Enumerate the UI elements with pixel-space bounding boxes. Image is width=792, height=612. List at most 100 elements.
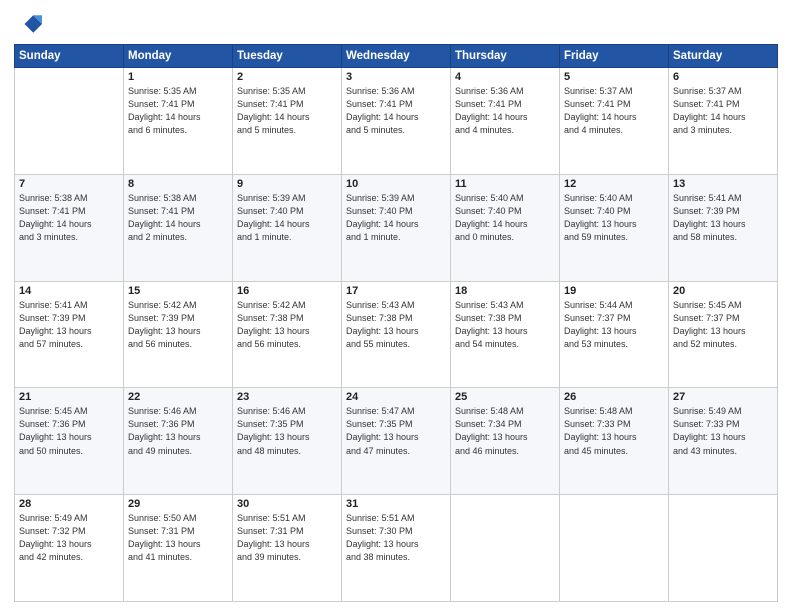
day-info: Sunrise: 5:47 AMSunset: 7:35 PMDaylight:… bbox=[346, 405, 446, 457]
day-cell: 16Sunrise: 5:42 AMSunset: 7:38 PMDayligh… bbox=[233, 281, 342, 388]
day-info: Sunrise: 5:38 AMSunset: 7:41 PMDaylight:… bbox=[19, 192, 119, 244]
day-number: 17 bbox=[346, 285, 446, 297]
day-cell: 22 Sunrise: 5:46 AMSunset: 7:36 PMDayligh… bbox=[124, 388, 233, 495]
day-cell: 19 Sunrise: 5:44 AMSunset: 7:37 PMDayligh… bbox=[560, 281, 669, 388]
day-number: 8 bbox=[128, 178, 228, 190]
day-cell: 11 Sunrise: 5:40 AMSunset: 7:40 PMDayligh… bbox=[451, 174, 560, 281]
day-cell: 12 Sunrise: 5:40 AMSunset: 7:40 PMDayligh… bbox=[560, 174, 669, 281]
day-cell: 10 Sunrise: 5:39 AMSunset: 7:40 PMDayligh… bbox=[342, 174, 451, 281]
day-info: Sunrise: 5:35 AMSunset: 7:41 PMDaylight:… bbox=[237, 85, 337, 137]
weekday-header-tuesday: Tuesday bbox=[233, 45, 342, 68]
day-info: Sunrise: 5:44 AMSunset: 7:37 PMDaylight:… bbox=[564, 299, 664, 351]
day-info: Sunrise: 5:39 AMSunset: 7:40 PMDaylight:… bbox=[346, 192, 446, 244]
day-info: Sunrise: 5:40 AMSunset: 7:40 PMDaylight:… bbox=[564, 192, 664, 244]
day-number: 2 bbox=[237, 71, 337, 83]
weekday-header-saturday: Saturday bbox=[669, 45, 778, 68]
day-cell: 3 Sunrise: 5:36 AMSunset: 7:41 PMDaylight… bbox=[342, 68, 451, 175]
day-number: 26 bbox=[564, 391, 664, 403]
day-info: Sunrise: 5:36 AMSunset: 7:41 PMDaylight:… bbox=[346, 85, 446, 137]
day-cell bbox=[669, 495, 778, 602]
day-info: Sunrise: 5:51 AMSunset: 7:31 PMDaylight:… bbox=[237, 512, 337, 564]
day-number: 28 bbox=[19, 498, 119, 510]
day-info: Sunrise: 5:48 AMSunset: 7:34 PMDaylight:… bbox=[455, 405, 555, 457]
day-number: 5 bbox=[564, 71, 664, 83]
day-cell: 28 Sunrise: 5:49 AMSunset: 7:32 PMDayligh… bbox=[15, 495, 124, 602]
day-number: 23 bbox=[237, 391, 337, 403]
day-info: Sunrise: 5:46 AMSunset: 7:36 PMDaylight:… bbox=[128, 405, 228, 457]
day-info: Sunrise: 5:46 AMSunset: 7:35 PMDaylight:… bbox=[237, 405, 337, 457]
day-number: 21 bbox=[19, 391, 119, 403]
logo-icon bbox=[14, 10, 42, 38]
week-row-2: 7 Sunrise: 5:38 AMSunset: 7:41 PMDaylight… bbox=[15, 174, 778, 281]
day-number: 25 bbox=[455, 391, 555, 403]
day-cell: 1 Sunrise: 5:35 AMSunset: 7:41 PMDaylight… bbox=[124, 68, 233, 175]
day-cell: 23 Sunrise: 5:46 AMSunset: 7:35 PMDayligh… bbox=[233, 388, 342, 495]
day-cell: 20Sunrise: 5:45 AMSunset: 7:37 PMDayligh… bbox=[669, 281, 778, 388]
day-info: Sunrise: 5:49 AMSunset: 7:32 PMDaylight:… bbox=[19, 512, 119, 564]
day-number: 22 bbox=[128, 391, 228, 403]
day-cell: 7 Sunrise: 5:38 AMSunset: 7:41 PMDaylight… bbox=[15, 174, 124, 281]
weekday-header-sunday: Sunday bbox=[15, 45, 124, 68]
week-row-1: 1 Sunrise: 5:35 AMSunset: 7:41 PMDaylight… bbox=[15, 68, 778, 175]
day-number: 29 bbox=[128, 498, 228, 510]
day-info: Sunrise: 5:35 AMSunset: 7:41 PMDaylight:… bbox=[128, 85, 228, 137]
day-info: Sunrise: 5:36 AMSunset: 7:41 PMDaylight:… bbox=[455, 85, 555, 137]
day-info: Sunrise: 5:42 AMSunset: 7:39 PMDaylight:… bbox=[128, 299, 228, 351]
day-cell: 30Sunrise: 5:51 AMSunset: 7:31 PMDayligh… bbox=[233, 495, 342, 602]
day-cell bbox=[451, 495, 560, 602]
weekday-header-monday: Monday bbox=[124, 45, 233, 68]
weekday-header-row: SundayMondayTuesdayWednesdayThursdayFrid… bbox=[15, 45, 778, 68]
day-info: Sunrise: 5:41 AMSunset: 7:39 PMDaylight:… bbox=[673, 192, 773, 244]
day-cell: 8Sunrise: 5:38 AMSunset: 7:41 PMDaylight… bbox=[124, 174, 233, 281]
day-info: Sunrise: 5:39 AMSunset: 7:40 PMDaylight:… bbox=[237, 192, 337, 244]
day-cell: 6Sunrise: 5:37 AMSunset: 7:41 PMDaylight… bbox=[669, 68, 778, 175]
day-number: 4 bbox=[455, 71, 555, 83]
day-cell: 26Sunrise: 5:48 AMSunset: 7:33 PMDayligh… bbox=[560, 388, 669, 495]
day-info: Sunrise: 5:51 AMSunset: 7:30 PMDaylight:… bbox=[346, 512, 446, 564]
day-info: Sunrise: 5:49 AMSunset: 7:33 PMDaylight:… bbox=[673, 405, 773, 457]
logo bbox=[14, 10, 46, 38]
day-cell: 24 Sunrise: 5:47 AMSunset: 7:35 PMDayligh… bbox=[342, 388, 451, 495]
day-cell bbox=[560, 495, 669, 602]
day-cell: 31 Sunrise: 5:51 AMSunset: 7:30 PMDayligh… bbox=[342, 495, 451, 602]
weekday-header-thursday: Thursday bbox=[451, 45, 560, 68]
day-number: 12 bbox=[564, 178, 664, 190]
day-number: 3 bbox=[346, 71, 446, 83]
calendar: SundayMondayTuesdayWednesdayThursdayFrid… bbox=[14, 44, 778, 602]
day-cell: 25 Sunrise: 5:48 AMSunset: 7:34 PMDayligh… bbox=[451, 388, 560, 495]
day-cell: 14Sunrise: 5:41 AMSunset: 7:39 PMDayligh… bbox=[15, 281, 124, 388]
weekday-header-wednesday: Wednesday bbox=[342, 45, 451, 68]
day-number: 13 bbox=[673, 178, 773, 190]
day-info: Sunrise: 5:45 AMSunset: 7:36 PMDaylight:… bbox=[19, 405, 119, 457]
day-number: 1 bbox=[128, 71, 228, 83]
week-row-3: 14Sunrise: 5:41 AMSunset: 7:39 PMDayligh… bbox=[15, 281, 778, 388]
day-number: 7 bbox=[19, 178, 119, 190]
day-cell bbox=[15, 68, 124, 175]
day-number: 31 bbox=[346, 498, 446, 510]
day-info: Sunrise: 5:45 AMSunset: 7:37 PMDaylight:… bbox=[673, 299, 773, 351]
day-info: Sunrise: 5:40 AMSunset: 7:40 PMDaylight:… bbox=[455, 192, 555, 244]
day-number: 11 bbox=[455, 178, 555, 190]
day-cell: 2 Sunrise: 5:35 AMSunset: 7:41 PMDaylight… bbox=[233, 68, 342, 175]
day-info: Sunrise: 5:41 AMSunset: 7:39 PMDaylight:… bbox=[19, 299, 119, 351]
day-number: 18 bbox=[455, 285, 555, 297]
day-cell: 17 Sunrise: 5:43 AMSunset: 7:38 PMDayligh… bbox=[342, 281, 451, 388]
weekday-header-friday: Friday bbox=[560, 45, 669, 68]
day-cell: 5 Sunrise: 5:37 AMSunset: 7:41 PMDaylight… bbox=[560, 68, 669, 175]
day-cell: 13 Sunrise: 5:41 AMSunset: 7:39 PMDayligh… bbox=[669, 174, 778, 281]
day-number: 24 bbox=[346, 391, 446, 403]
week-row-4: 21 Sunrise: 5:45 AMSunset: 7:36 PMDayligh… bbox=[15, 388, 778, 495]
day-info: Sunrise: 5:37 AMSunset: 7:41 PMDaylight:… bbox=[564, 85, 664, 137]
day-info: Sunrise: 5:37 AMSunset: 7:41 PMDaylight:… bbox=[673, 85, 773, 137]
day-info: Sunrise: 5:43 AMSunset: 7:38 PMDaylight:… bbox=[346, 299, 446, 351]
day-info: Sunrise: 5:50 AMSunset: 7:31 PMDaylight:… bbox=[128, 512, 228, 564]
day-cell: 4 Sunrise: 5:36 AMSunset: 7:41 PMDaylight… bbox=[451, 68, 560, 175]
day-number: 19 bbox=[564, 285, 664, 297]
day-number: 10 bbox=[346, 178, 446, 190]
day-cell: 15Sunrise: 5:42 AMSunset: 7:39 PMDayligh… bbox=[124, 281, 233, 388]
day-cell: 21 Sunrise: 5:45 AMSunset: 7:36 PMDayligh… bbox=[15, 388, 124, 495]
day-info: Sunrise: 5:42 AMSunset: 7:38 PMDaylight:… bbox=[237, 299, 337, 351]
week-row-5: 28 Sunrise: 5:49 AMSunset: 7:32 PMDayligh… bbox=[15, 495, 778, 602]
day-cell: 18Sunrise: 5:43 AMSunset: 7:38 PMDayligh… bbox=[451, 281, 560, 388]
day-number: 9 bbox=[237, 178, 337, 190]
